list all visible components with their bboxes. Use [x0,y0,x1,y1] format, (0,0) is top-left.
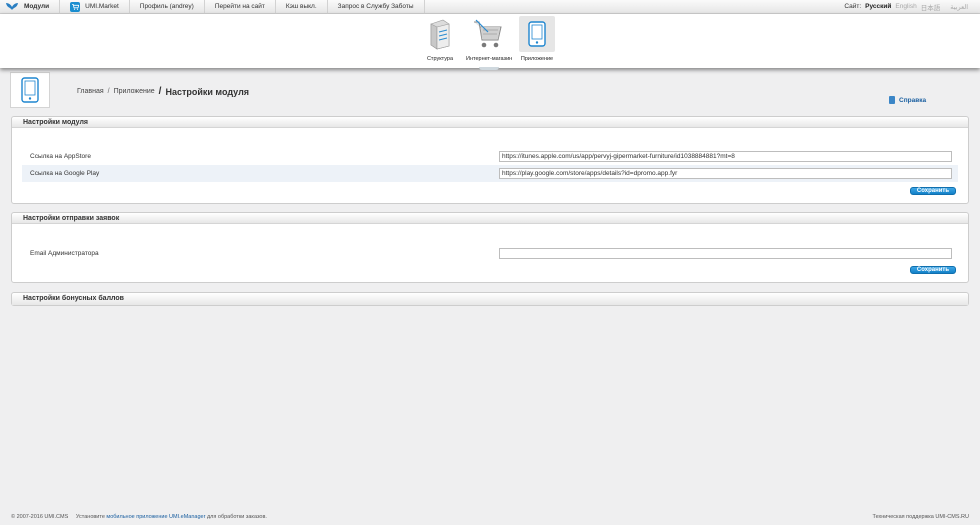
butterfly-logo-icon [6,3,18,10]
structure-icon [422,16,458,52]
module-structure[interactable]: Структура [419,16,461,66]
module-marker [479,67,499,70]
modules-menu-label: Модули [24,3,50,10]
breadcrumb-home[interactable]: Главная [77,88,104,95]
panel-title: Настройки отправки заявок [12,213,968,224]
breadcrumb-parent[interactable]: Приложение [114,88,155,95]
lang-arabic[interactable]: العربية [950,3,968,11]
smartphone-icon [21,77,39,103]
module-shop[interactable]: Интернет-магазин [466,16,513,66]
footer-left: © 2007-2016 UMI.CMS Установите мобильное… [11,514,267,520]
support-request-button[interactable]: Запрос в Службу Заботы [328,0,425,14]
profile-button[interactable]: Профиль (andrey) [130,0,205,14]
module-settings-panel: Настройки модуля Ссылка на AppStore http… [11,116,969,204]
module-label: Приложение [520,56,554,62]
appstore-input[interactable]: https://itunes.apple.com/us/app/pervyj-g… [499,151,952,162]
top-toolbar: Модули UMI.Market Профиль (andrey) Перей… [0,0,980,14]
google-play-row: Ссылка на Google Play https://play.googl… [22,165,958,182]
save-button[interactable]: Сохранить [910,187,956,195]
breadcrumb-separator: / [107,88,110,95]
breadcrumb-separator: / [158,86,162,97]
save-button[interactable]: Сохранить [910,266,956,274]
panel-title: Настройки модуля [12,117,968,128]
breadcrumb: Главная / Приложение / Настройки модуля [77,86,249,97]
appstore-label: Ссылка на AppStore [30,153,91,160]
cache-toggle-button[interactable]: Кэш выкл. [276,0,328,14]
lang-english[interactable]: English [895,3,916,10]
appstore-row: Ссылка на AppStore https://itunes.apple.… [22,148,958,165]
footer-copyright: © 2007-2016 UMI.CMS [11,514,69,520]
module-bar: Структура Интернет-магазин Приложение [0,14,980,70]
help-book-icon [889,96,895,104]
lang-japanese[interactable]: 日本語 [921,2,941,12]
page-module-icon [10,72,50,108]
language-switcher: Сайт: Русский English 日本語 العربية [844,2,980,12]
admin-email-row: Email Администратора [22,245,958,262]
google-play-label: Ссылка на Google Play [30,170,100,177]
footer-support[interactable]: Техническая поддержка UMI-CMS.RU [873,514,969,520]
footer-after-text: для обработки заказов. [206,514,267,520]
umi-market-button[interactable]: UMI.Market [60,0,130,14]
help-label: Справка [899,96,927,104]
site-label: Сайт: [844,3,862,10]
google-play-input[interactable]: https://play.google.com/store/apps/detai… [499,168,952,179]
umi-market-label: UMI.Market [85,3,119,10]
shopping-cart-icon [469,16,505,52]
admin-email-label: Email Администратора [30,250,99,257]
admin-email-input[interactable] [499,248,952,259]
bonus-settings-panel[interactable]: Настройки бонусных баллов [11,292,969,306]
module-app[interactable]: Приложение [516,16,558,66]
help-link[interactable]: Справка [889,96,926,104]
panel-title: Настройки бонусных баллов [12,293,968,305]
modules-menu-button[interactable]: Модули [0,0,61,14]
page-title: Настройки модуля [165,86,250,97]
go-to-site-button[interactable]: Перейти на сайт [205,0,276,14]
module-label: Интернет-магазин [466,56,513,62]
emanager-link[interactable]: мобильное приложение UMI.eManager [106,514,205,520]
cart-icon [70,1,81,12]
module-label: Структура [426,56,454,62]
footer-install-text: Установите [75,514,105,520]
lang-russian[interactable]: Русский [865,3,891,10]
smartphone-icon [519,16,555,52]
orders-settings-panel: Настройки отправки заявок Email Админист… [11,212,969,283]
